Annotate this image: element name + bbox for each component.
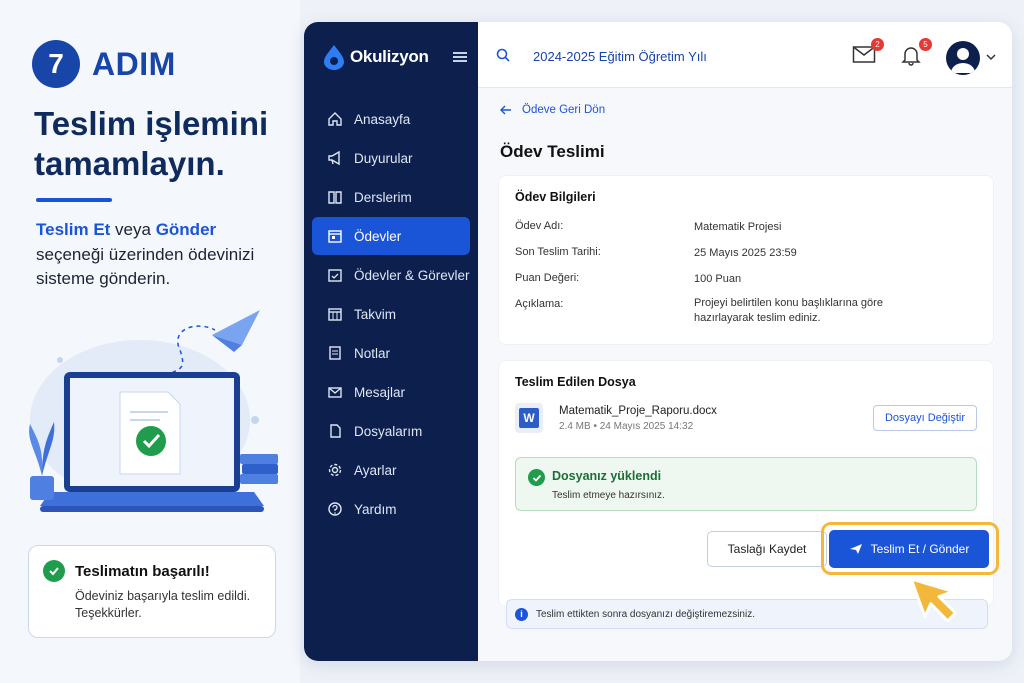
sidebar-item-anasayfa[interactable]: Anasayfa (312, 100, 470, 138)
avatar[interactable] (946, 41, 980, 75)
tutorial-description: Teslim Et veya Gönder seçeneği üzerinden… (36, 218, 256, 292)
page-title: Ödev Teslimi (500, 142, 605, 161)
info-value: Projeyi belirtilen konu başlıklarına gör… (694, 297, 883, 324)
check-circle-icon (43, 560, 65, 582)
info-icon: i (515, 607, 528, 621)
info-value: Matematik Projesi (694, 221, 782, 233)
file-icon (326, 422, 344, 440)
note-text: Teslim ettikten sonra dosyanızı değiştir… (536, 608, 755, 620)
pointer-arrow-icon (914, 577, 957, 623)
academic-year-selector[interactable]: 2024-2025 Eğitim Öğretim Yılı (533, 49, 707, 64)
file-meta: 2.4 MB • 24 Mayıs 2025 14:32 (559, 420, 694, 432)
sidebar-item-odevler-gorevler[interactable]: Ödevler & Görevler (312, 256, 470, 294)
headline-underline (36, 198, 112, 202)
mail-icon (326, 383, 344, 401)
info-value: 100 Puan (694, 273, 742, 285)
app-window: Okulizyon Anasayfa Duyurular Derslerim Ö… (304, 22, 1012, 661)
info-label: Puan Değeri: (515, 272, 580, 284)
mail-button[interactable]: 2 (852, 38, 884, 68)
step-word: ADIM (92, 45, 176, 82)
upload-success-title: Dosyanız yüklendi (552, 469, 662, 483)
hamburger-menu-icon[interactable] (453, 52, 467, 62)
back-link-label: Ödeve Geri Dön (522, 104, 606, 116)
help-icon (326, 500, 344, 518)
sidebar-item-derslerim[interactable]: Derslerim (312, 178, 470, 216)
card-title: Ödev Bilgileri (515, 190, 596, 204)
info-label: Açıklama: (515, 298, 564, 310)
success-card: Teslimatın başarılı! Ödeviniz başarıyla … (28, 545, 276, 638)
sidebar-item-label: Ödevler (354, 228, 402, 244)
logo-drop-icon (324, 45, 344, 70)
chevron-down-icon[interactable] (986, 53, 996, 61)
step-badge: 7 ADIM (32, 40, 176, 88)
sidebar-item-label: Yardım (354, 501, 397, 517)
desc-highlight-teslim: Teslim Et (36, 220, 111, 239)
back-link[interactable]: Ödeve Geri Dön (500, 104, 605, 116)
info-label: Son Teslim Tarihi: (515, 246, 601, 258)
sidebar-item-label: Duyurular (354, 150, 413, 166)
info-value: 25 Mayıs 2025 23:59 (694, 247, 797, 259)
sidebar-item-takvim[interactable]: Takvim (312, 295, 470, 333)
calendar-icon (326, 227, 344, 245)
home-icon (326, 110, 344, 128)
book-icon (326, 188, 344, 206)
success-title: Teslimatın başarılı! (75, 562, 210, 580)
sidebar-nav: Anasayfa Duyurular Derslerim Ödevler Öde… (312, 100, 470, 529)
arrow-left-icon (500, 105, 511, 115)
sidebar-item-duyurular[interactable]: Duyurular (312, 139, 470, 177)
logo-text: Okulizyon (350, 47, 429, 66)
calendar-grid-icon (326, 305, 344, 323)
sidebar-item-label: Mesajlar (354, 384, 406, 400)
sidebar-item-dosyalarim[interactable]: Dosyalarım (312, 412, 470, 450)
sidebar-item-odevler[interactable]: Ödevler (312, 217, 470, 255)
sidebar-item-mesajlar[interactable]: Mesajlar (312, 373, 470, 411)
sidebar-item-label: Derslerim (354, 189, 412, 205)
sidebar-item-label: Ödevler & Görevler (354, 267, 470, 283)
save-draft-button[interactable]: Taslağı Kaydet (707, 531, 827, 567)
tutorial-panel: 7 ADIM Teslim işlemini tamamlayın. Tesli… (0, 0, 300, 683)
success-text: Ödeviniz başarıyla teslim edildi. Teşekk… (75, 589, 251, 620)
check-circle-icon (528, 469, 545, 486)
gear-icon (326, 461, 344, 479)
step-number: 7 (32, 40, 80, 88)
notes-icon (326, 344, 344, 362)
tasks-calendar-icon (326, 266, 344, 284)
sidebar-item-ayarlar[interactable]: Ayarlar (312, 451, 470, 489)
upload-success-text: Teslim etmeye hazırsınız. (552, 490, 665, 501)
topbar: 2024-2025 Eğitim Öğretim Yılı 2 5 (478, 22, 1012, 88)
file-item: W Matematik_Proje_Raporu.docx 2.4 MB • 2… (515, 403, 717, 433)
submit-button-label: Teslim Et / Gönder (870, 542, 970, 556)
submit-button[interactable]: Teslim Et / Gönder (829, 530, 989, 568)
sidebar-item-label: Ayarlar (354, 462, 397, 478)
search-icon[interactable] (496, 48, 510, 62)
assignment-info-card: Ödev Bilgileri Ödev Adı: Matematik Proje… (498, 175, 994, 345)
change-file-button[interactable]: Dosyayı Değiştir (873, 405, 977, 431)
desc-connector: veya (110, 220, 156, 239)
notification-count-badge: 5 (919, 38, 932, 51)
send-icon (849, 544, 862, 554)
megaphone-icon (326, 149, 344, 167)
sidebar-item-yardim[interactable]: Yardım (312, 490, 470, 528)
notifications-button[interactable]: 5 (900, 38, 932, 68)
info-label: Ödev Adı: (515, 220, 564, 232)
upload-success-alert: Dosyanız yüklendi Teslim etmeye hazırsın… (515, 457, 977, 511)
laptop-illustration (29, 310, 278, 512)
logo[interactable]: Okulizyon (322, 44, 467, 70)
sidebar: Okulizyon Anasayfa Duyurular Derslerim Ö… (304, 22, 478, 661)
tutorial-headline: Teslim işlemini tamamlayın. (34, 105, 269, 182)
file-name: Matematik_Proje_Raporu.docx (559, 404, 717, 417)
card-title: Teslim Edilen Dosya (515, 375, 636, 389)
mail-count-badge: 2 (871, 38, 884, 51)
sidebar-item-label: Anasayfa (354, 111, 411, 127)
desc-rest: seçeneği üzerinden ödevinizi sisteme gön… (36, 244, 255, 289)
desc-highlight-gonder: Gönder (155, 220, 217, 239)
sidebar-item-label: Notlar (354, 345, 391, 361)
word-document-icon: W (515, 403, 543, 433)
word-icon-letter: W (519, 408, 539, 428)
sidebar-item-label: Takvim (354, 306, 397, 322)
sidebar-item-label: Dosyalarım (354, 423, 423, 439)
sidebar-item-notlar[interactable]: Notlar (312, 334, 470, 372)
